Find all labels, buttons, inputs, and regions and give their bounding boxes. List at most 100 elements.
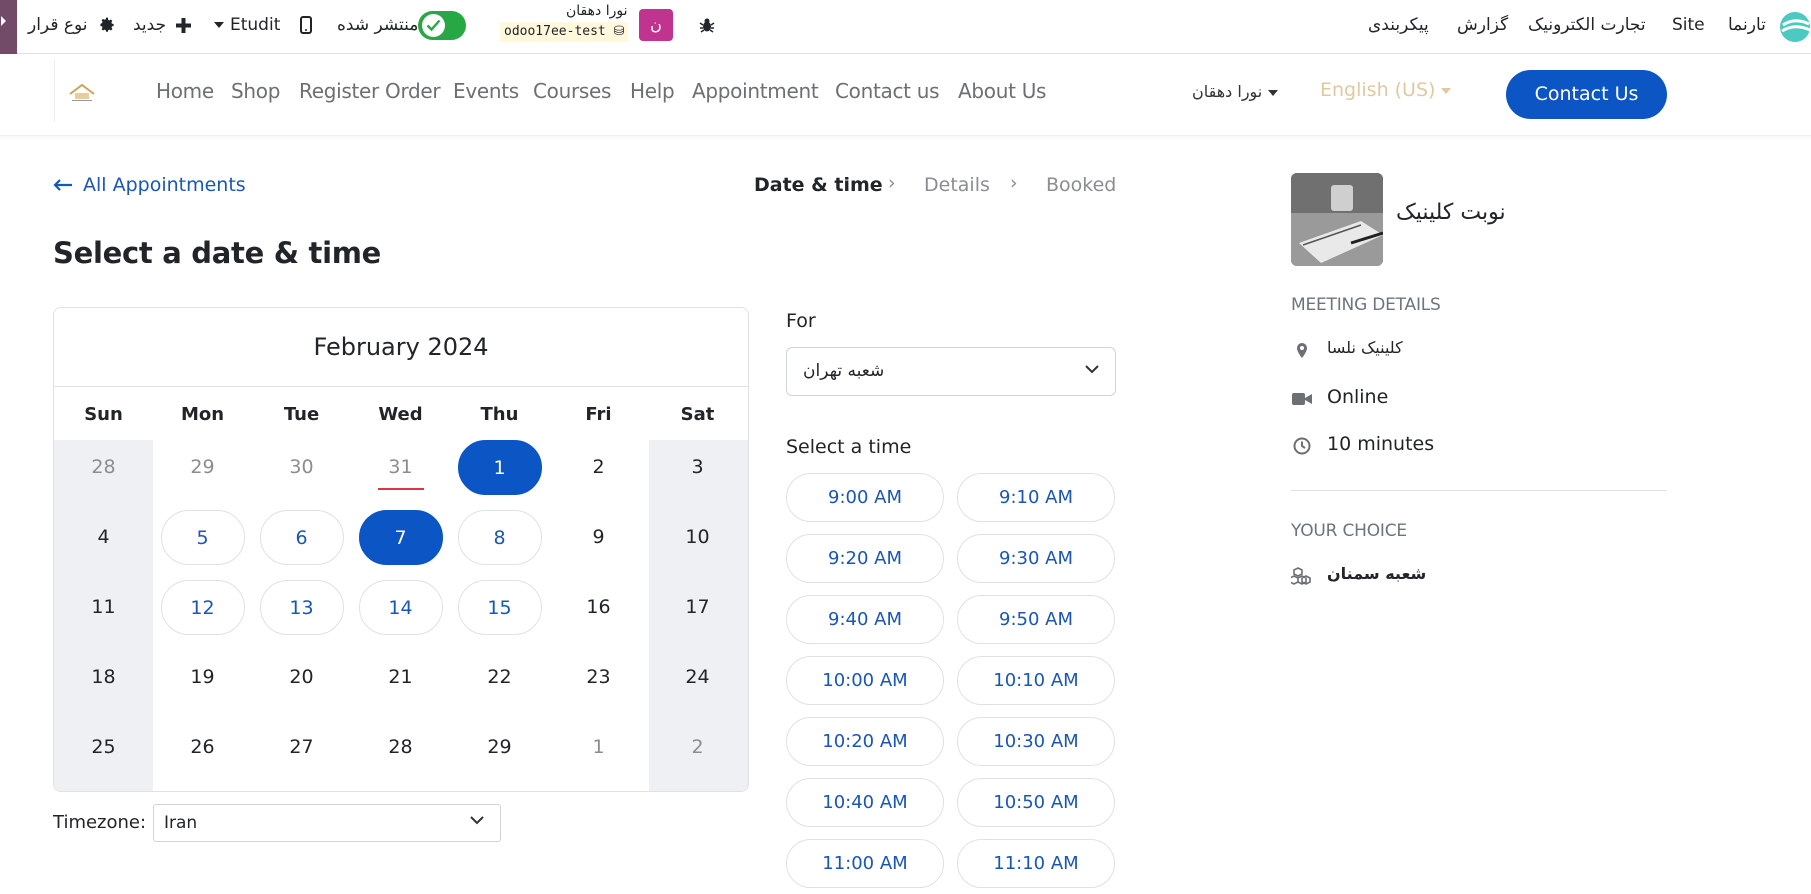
calendar-day[interactable]: 15 — [450, 572, 549, 642]
calendar: February 2024 Sun Mon Tue Wed Thu Fri Sat 28 29… — [53, 307, 749, 792]
calendar-day-number: 3 — [691, 456, 704, 478]
appointment-type-button[interactable]: نوع قرار — [28, 12, 115, 38]
appointment-name: نوبت کلینیک — [1396, 200, 1506, 225]
time-slot-button[interactable]: 9:00 AM — [786, 473, 944, 522]
calendar-day[interactable]: 8 — [450, 502, 549, 572]
arrow-left-icon — [53, 179, 72, 191]
user-avatar[interactable]: ن — [639, 9, 673, 41]
calendar-day-number: 12 — [160, 580, 245, 635]
weekday-header: Thu — [480, 404, 519, 425]
calendar-day: 25 — [54, 712, 153, 782]
user-menu-dropdown[interactable]: نورا دهقان — [1192, 82, 1279, 101]
chevron-right-icon: › — [1010, 172, 1018, 194]
calendar-day-number: 16 — [586, 596, 611, 618]
calendar-day: 17 — [648, 572, 747, 642]
time-slot-button[interactable]: 11:00 AM — [786, 839, 944, 888]
time-slot-button[interactable]: 9:30 AM — [957, 534, 1115, 583]
edit-dropdown[interactable]: Etudit — [214, 12, 280, 38]
calendar-day-number: 23 — [586, 666, 611, 688]
weekday-header: Tue — [283, 404, 320, 425]
calendar-day-number: 20 — [289, 666, 314, 688]
nav-about-us[interactable]: About Us — [958, 79, 1046, 103]
calendar-day[interactable]: 7 — [351, 502, 450, 572]
step-booked: Booked — [1046, 174, 1117, 196]
page-title: Select a date & time — [53, 236, 382, 270]
time-slot-button[interactable]: 9:50 AM — [957, 595, 1115, 644]
menu-site[interactable]: Site — [1672, 12, 1705, 38]
debug-button[interactable] — [699, 12, 715, 38]
expand-sidebar-handle[interactable] — [0, 0, 17, 54]
menu-ecommerce[interactable]: تجارت الکترونیک — [1528, 12, 1646, 38]
calendar-day-number: 24 — [685, 666, 710, 688]
weekday-header: Mon — [180, 404, 225, 425]
website-header: Home Shop Register Order Events Courses … — [0, 54, 1811, 136]
time-slot-button[interactable]: 10:20 AM — [786, 717, 944, 766]
calendar-day-number: 6 — [259, 510, 344, 565]
calendar-day-number: 31 — [359, 440, 443, 495]
calendar-day: 31 — [351, 432, 450, 502]
calendar-day-number: 21 — [388, 666, 413, 688]
calendar-day: 10 — [648, 502, 747, 572]
nav-help[interactable]: Help — [630, 79, 675, 103]
calendar-day: 16 — [549, 572, 648, 642]
calendar-day[interactable]: 6 — [252, 502, 351, 572]
time-slot-button[interactable]: 10:00 AM — [786, 656, 944, 705]
calendar-day-number: 19 — [190, 666, 215, 688]
mobile-preview-button[interactable] — [300, 12, 312, 38]
new-button[interactable]: جدید — [133, 12, 191, 38]
publish-toggle[interactable] — [418, 11, 466, 40]
calendar-day-number: 28 — [388, 736, 413, 758]
time-slot-button[interactable]: 11:10 AM — [957, 839, 1115, 888]
time-slot-button[interactable]: 9:40 AM — [786, 595, 944, 644]
step-details: Details — [924, 174, 990, 196]
app-logo-icon — [1780, 12, 1811, 42]
nav-events[interactable]: Events — [453, 79, 519, 103]
calendar-day[interactable]: 12 — [153, 572, 252, 642]
site-logo[interactable] — [68, 82, 96, 102]
nav-contact-us[interactable]: Contact us — [835, 79, 940, 103]
time-slot-button[interactable]: 10:10 AM — [957, 656, 1115, 705]
calendar-day[interactable]: 13 — [252, 572, 351, 642]
weekday-header: Sat — [680, 404, 715, 425]
calendar-day[interactable]: 14 — [351, 572, 450, 642]
calendar-day-number: 1 — [592, 736, 605, 758]
calendar-day: 11 — [54, 572, 153, 642]
calendar-day[interactable]: 1 — [450, 432, 549, 502]
odoo-top-bar: نوع قرار جدید Etudit منتشر شده نورا دهقا… — [0, 0, 1811, 54]
timezone-select[interactable]: Iran — [153, 804, 501, 842]
time-slot-button[interactable]: 10:30 AM — [957, 717, 1115, 766]
calendar-day: 22 — [450, 642, 549, 712]
appointment-image — [1291, 173, 1383, 266]
nav-register-order[interactable]: Register Order — [299, 79, 441, 103]
time-slot-button[interactable]: 10:40 AM — [786, 778, 944, 827]
step-date-time: Date & time — [754, 174, 883, 196]
time-slot-button[interactable]: 9:20 AM — [786, 534, 944, 583]
menu-configuration[interactable]: پیکربندی — [1368, 12, 1429, 38]
nav-courses[interactable]: Courses — [533, 79, 611, 103]
time-slot-button[interactable]: 9:10 AM — [957, 473, 1115, 522]
published-label: منتشر شده — [337, 15, 419, 35]
nav-shop[interactable]: Shop — [231, 79, 280, 103]
calendar-month: February 2024 — [54, 308, 748, 387]
nav-home[interactable]: Home — [156, 79, 214, 103]
all-appointments-link[interactable]: All Appointments — [53, 174, 246, 196]
nav-appointment[interactable]: Appointment — [692, 79, 819, 103]
time-slot-button[interactable]: 10:50 AM — [957, 778, 1115, 827]
resource-select[interactable]: شعبه تهران — [786, 347, 1116, 396]
calendar-day: 29 — [450, 712, 549, 782]
calendar-day-number: 10 — [685, 526, 710, 548]
calendar-day[interactable]: 5 — [153, 502, 252, 572]
check-icon — [426, 19, 441, 32]
caret-down-icon — [1441, 87, 1452, 94]
caret-down-icon — [214, 22, 224, 28]
language-selector[interactable]: English (US) — [1320, 79, 1452, 101]
contact-us-button[interactable]: Contact Us — [1506, 70, 1667, 119]
calendar-day-number: 17 — [685, 596, 710, 618]
calendar-day: 26 — [153, 712, 252, 782]
timezone-label: Timezone: — [53, 812, 147, 833]
calendar-day: 2 — [549, 432, 648, 502]
menu-reporting[interactable]: گزارش — [1457, 12, 1508, 38]
chevron-down-icon — [1085, 365, 1099, 374]
app-name[interactable]: تارنما — [1728, 12, 1766, 38]
calendar-day: 27 — [252, 712, 351, 782]
